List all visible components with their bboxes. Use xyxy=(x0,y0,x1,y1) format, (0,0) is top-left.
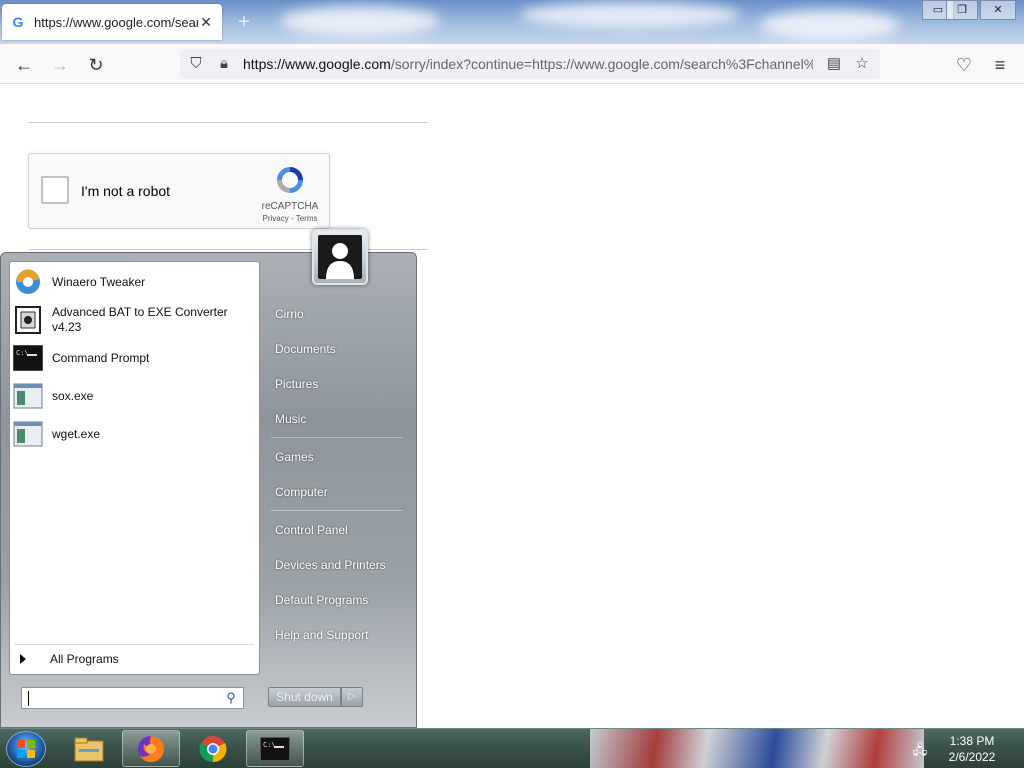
forward-icon[interactable]: → xyxy=(47,52,73,78)
pocket-icon[interactable]: ♡ xyxy=(951,52,977,78)
chrome-icon xyxy=(199,735,227,762)
reload-icon[interactable]: ↻ xyxy=(83,52,109,78)
restore-button[interactable]: ❐ xyxy=(946,0,978,20)
program-item-command-prompt[interactable]: C:\ Command Prompt xyxy=(12,342,258,374)
program-label: Winaero Tweaker xyxy=(52,274,146,289)
exe-icon xyxy=(12,380,44,412)
taskbar-explorer-button[interactable] xyxy=(60,730,118,767)
taskbar-chrome-button[interactable] xyxy=(184,730,242,767)
recaptcha-brand: reCAPTCHA xyxy=(261,201,319,212)
start-search-input[interactable] xyxy=(26,690,216,706)
svg-text:C:\: C:\ xyxy=(263,741,276,749)
sky-cloud xyxy=(280,6,440,36)
start-item-user-folder[interactable]: Cirrio xyxy=(275,307,304,321)
program-label: Command Prompt xyxy=(52,350,150,365)
winaero-icon xyxy=(12,266,44,298)
program-label: wget.exe xyxy=(52,426,101,441)
sky-cloud xyxy=(520,2,740,28)
start-item-devices-printers[interactable]: Devices and Printers xyxy=(275,558,386,572)
recaptcha-privacy-terms[interactable]: Privacy - Terms xyxy=(253,214,327,223)
all-programs-button[interactable]: All Programs xyxy=(20,652,119,666)
start-item-documents[interactable]: Documents xyxy=(275,342,336,356)
start-menu-programs-pane: Winaero Tweaker Advanced BAT to EXE Conv… xyxy=(9,261,260,675)
user-avatar[interactable] xyxy=(312,229,368,285)
browser-tab-strip: G https://www.google.com/search ✕ + ▭ ❐ … xyxy=(0,0,1024,44)
svg-text:C:\: C:\ xyxy=(16,349,29,357)
windows-logo-icon xyxy=(17,740,35,758)
start-search-box[interactable]: ⚲ xyxy=(21,687,244,709)
taskbar: C:\ 🖧︎ 1:38 PM 2/6/2022 xyxy=(0,728,1024,768)
start-item-computer[interactable]: Computer xyxy=(275,485,328,499)
shield-icon[interactable]: ⛉ xyxy=(186,54,206,74)
program-item-wget[interactable]: wget.exe xyxy=(12,418,258,450)
program-item-bat-converter[interactable]: Advanced BAT to EXE Converter v4.23 xyxy=(12,304,258,336)
explorer-icon xyxy=(74,737,104,761)
start-item-games[interactable]: Games xyxy=(275,450,314,464)
exe-icon xyxy=(12,418,44,450)
program-label: sox.exe xyxy=(52,388,94,403)
start-item-help-support[interactable]: Help and Support xyxy=(275,628,368,642)
search-icon[interactable]: ⚲ xyxy=(223,690,239,706)
menu-icon[interactable]: ≡ xyxy=(987,52,1013,78)
program-item-sox[interactable]: sox.exe xyxy=(12,380,258,412)
taskbar-firefox-button[interactable] xyxy=(122,730,180,767)
taskbar-cmd-button[interactable]: C:\ xyxy=(246,730,304,767)
new-tab-button[interactable]: + xyxy=(232,10,256,34)
url-host: https://www.google.com xyxy=(243,56,391,72)
start-button[interactable] xyxy=(6,731,46,767)
back-icon[interactable]: ← xyxy=(11,52,37,78)
start-item-pictures[interactable]: Pictures xyxy=(275,377,318,391)
start-item-default-programs[interactable]: Default Programs xyxy=(275,593,368,607)
divider xyxy=(28,249,428,250)
start-item-music[interactable]: Music xyxy=(275,412,306,426)
shutdown-button[interactable]: Shut down xyxy=(268,687,341,707)
divider xyxy=(271,510,403,511)
program-label: Advanced BAT to EXE Converter v4.23 xyxy=(52,305,228,334)
reader-icon[interactable]: ▤ xyxy=(824,54,844,74)
browser-tab[interactable]: G https://www.google.com/search ✕ xyxy=(2,4,222,40)
divider xyxy=(14,644,254,645)
shutdown-options-button[interactable]: ▷ xyxy=(341,687,363,707)
recaptcha-label: I'm not a robot xyxy=(81,183,171,199)
url-text[interactable]: https://www.google.com/sorry/index?conti… xyxy=(243,56,813,72)
recaptcha-widget: I'm not a robot reCAPTCHA Privacy - Term… xyxy=(28,153,330,229)
start-menu: Winaero Tweaker Advanced BAT to EXE Conv… xyxy=(0,229,417,728)
system-clock[interactable]: 1:38 PM 2/6/2022 xyxy=(940,733,1004,765)
window-close-button[interactable]: ✕ xyxy=(980,0,1016,20)
cmd-icon: C:\ xyxy=(260,736,290,761)
start-item-control-panel[interactable]: Control Panel xyxy=(275,523,348,537)
tab-title: https://www.google.com/search xyxy=(34,14,198,30)
url-path: /sorry/index?continue=https://www.google… xyxy=(390,56,813,72)
url-bar[interactable]: ⛉ 🔒︎ https://www.google.com/sorry/index?… xyxy=(180,49,880,79)
cmd-icon: C:\ xyxy=(12,342,44,374)
recaptcha-checkbox[interactable] xyxy=(41,176,69,204)
clock-time: 1:38 PM xyxy=(949,734,995,748)
bat-converter-icon xyxy=(12,304,44,336)
google-favicon-icon: G xyxy=(12,14,24,30)
clock-date: 2/6/2022 xyxy=(948,750,996,764)
divider xyxy=(271,437,403,438)
sky-cloud xyxy=(760,10,900,40)
user-silhouette-icon xyxy=(318,235,362,279)
recaptcha-logo-icon xyxy=(277,167,303,193)
wallpaper-strip xyxy=(590,729,924,768)
arrow-right-icon xyxy=(20,654,26,664)
browser-navbar: ← → ↻ ⛉ 🔒︎ https://www.google.com/sorry/… xyxy=(0,44,1024,84)
program-item-winaero[interactable]: Winaero Tweaker xyxy=(12,266,258,298)
lock-icon[interactable]: 🔒︎ xyxy=(214,54,234,74)
all-programs-label: All Programs xyxy=(50,652,119,666)
close-icon[interactable]: ✕ xyxy=(198,14,214,31)
firefox-icon xyxy=(138,735,165,762)
divider xyxy=(28,122,428,123)
network-icon[interactable]: 🖧︎ xyxy=(912,741,928,757)
star-icon[interactable]: ☆ xyxy=(852,54,872,74)
